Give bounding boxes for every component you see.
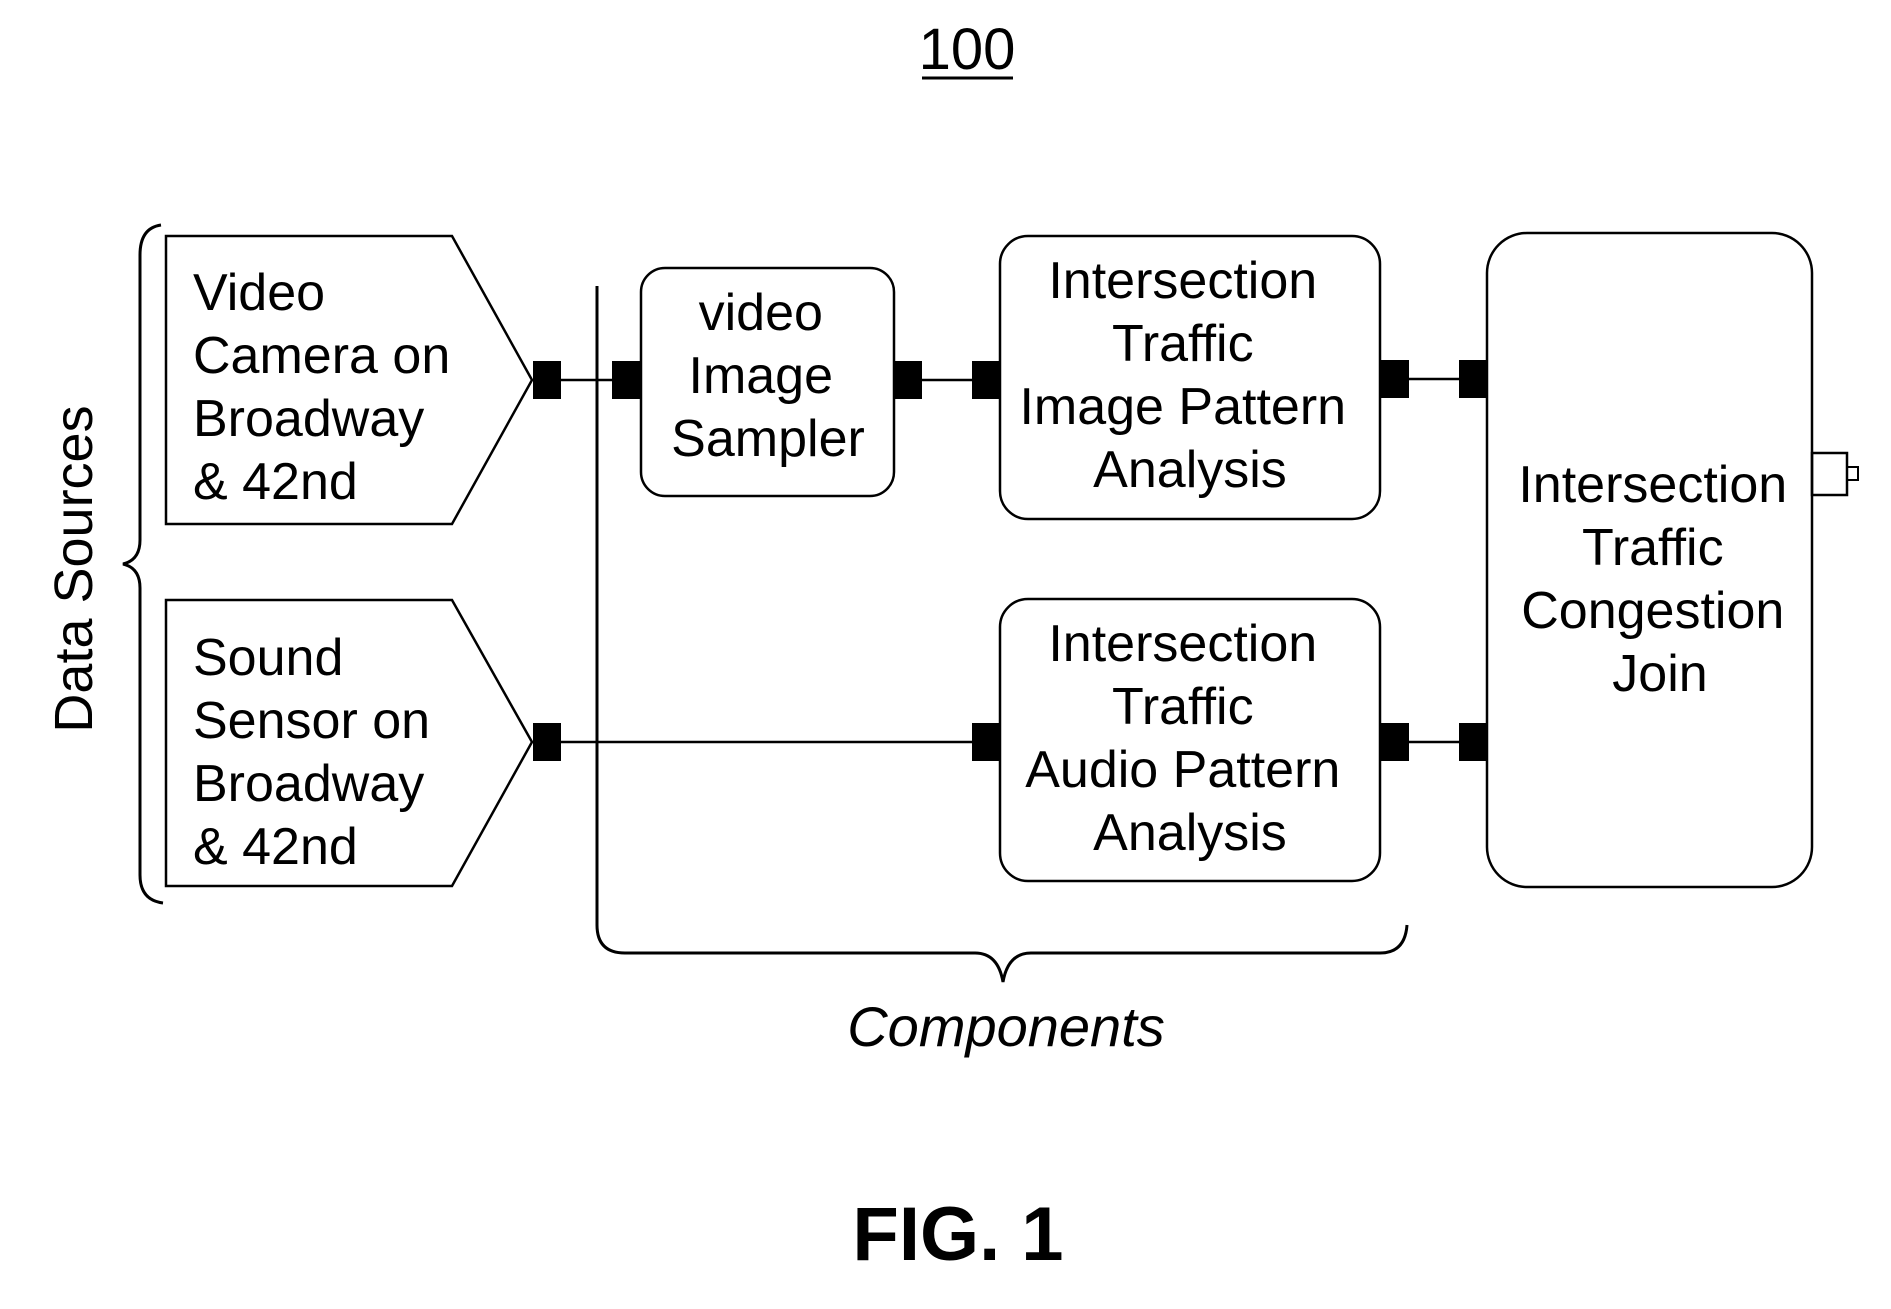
image-pattern-analysis-label: Intersection Traffic Image Pattern Analy… — [1019, 252, 1360, 499]
diagram-canvas: 100 Data Sources Video Camera on Broadwa… — [44, 17, 1859, 1277]
congestion-join-label: Intersection Traffic Congestion Join — [1518, 456, 1801, 703]
video-camera-output-port[interactable] — [533, 361, 561, 399]
component-video-image-sampler[interactable]: video Image Sampler — [639, 266, 896, 498]
data-sources-label: Data Sources — [44, 405, 104, 732]
congestion-join-output-connector — [1846, 466, 1859, 481]
components-brace — [595, 924, 1409, 983]
figure-reference-number: 100 — [919, 17, 1016, 82]
sound-sensor-label: Sound Sensor on Broadway & 42nd — [193, 629, 445, 876]
congestion-join-input-port-image[interactable] — [1459, 360, 1487, 398]
image-pattern-analysis-input-port[interactable] — [972, 361, 1000, 399]
audio-pattern-analysis-label: Intersection Traffic Audio Pattern Analy… — [1025, 615, 1355, 862]
figure-caption: FIG. 1 — [852, 1192, 1063, 1277]
component-congestion-join[interactable]: Intersection Traffic Congestion Join — [1485, 231, 1814, 889]
congestion-join-output-port[interactable] — [1810, 451, 1849, 497]
video-image-sampler-label: video Image Sampler — [671, 284, 865, 468]
audio-pattern-analysis-output-port[interactable] — [1381, 723, 1409, 761]
component-audio-pattern-analysis[interactable]: Intersection Traffic Audio Pattern Analy… — [998, 597, 1382, 883]
source-sound-sensor[interactable]: Sound Sensor on Broadway & 42nd — [164, 598, 534, 888]
source-video-camera[interactable]: Video Camera on Broadway & 42nd — [164, 234, 534, 526]
data-sources-brace — [122, 223, 164, 905]
video-camera-label: Video Camera on Broadway & 42nd — [193, 264, 465, 511]
congestion-join-input-port-audio[interactable] — [1459, 723, 1487, 761]
video-image-sampler-input-port[interactable] — [612, 361, 641, 399]
component-image-pattern-analysis[interactable]: Intersection Traffic Image Pattern Analy… — [998, 234, 1382, 521]
image-pattern-analysis-output-port[interactable] — [1381, 360, 1409, 398]
audio-pattern-analysis-input-port[interactable] — [972, 723, 1000, 761]
components-label: Components — [847, 995, 1165, 1058]
sound-sensor-output-port[interactable] — [533, 723, 561, 761]
video-image-sampler-output-port[interactable] — [894, 361, 922, 399]
